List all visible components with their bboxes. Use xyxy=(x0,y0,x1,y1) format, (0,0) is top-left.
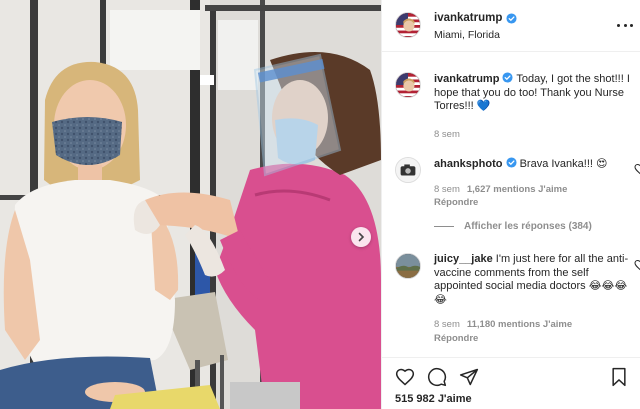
post-location[interactable]: Miami, Florida xyxy=(434,29,500,41)
post-actions-bar: 515 982 J'aime xyxy=(382,357,640,409)
post-side-panel: ivankatrump Miami, Florida ivankatrump T… xyxy=(381,0,640,409)
caption-time[interactable]: 8 sem xyxy=(434,128,460,142)
caption-avatar[interactable] xyxy=(395,72,421,98)
save-button[interactable] xyxy=(609,367,629,387)
commenter-username[interactable]: juicy__jake xyxy=(434,253,493,265)
camera-avatar-icon xyxy=(396,158,420,182)
reply-button[interactable]: Répondre xyxy=(434,196,634,210)
action-icons xyxy=(395,367,479,387)
author-username-row[interactable]: ivankatrump xyxy=(434,12,517,24)
comment-text: Brava Ivanka!!! 😍 xyxy=(519,158,608,170)
commenter-avatar[interactable] xyxy=(395,157,421,183)
chevron-right-icon xyxy=(358,232,365,242)
reply-button[interactable]: Répondre xyxy=(434,332,634,346)
bookmark-icon xyxy=(612,367,626,387)
comment-time[interactable]: 8 sem xyxy=(434,318,460,332)
verified-badge-icon xyxy=(502,72,514,83)
comment-likes[interactable]: 1,627 mentions J'aime xyxy=(467,183,567,197)
like-button[interactable] xyxy=(395,367,415,387)
landscape-avatar-icon xyxy=(396,254,420,278)
caption-body: ivankatrump Today, I got the shot!!! I h… xyxy=(434,72,634,141)
heart-icon xyxy=(634,163,640,175)
verified-badge-icon xyxy=(505,157,517,168)
likes-count[interactable]: 515 982 J'aime xyxy=(395,393,472,405)
share-icon xyxy=(459,368,479,386)
replies-divider xyxy=(434,226,454,227)
comment-icon xyxy=(427,367,447,387)
comment-body: ahanksphoto Brava Ivanka!!! 😍 8 sem 1,62… xyxy=(434,157,634,210)
author-username[interactable]: ivankatrump xyxy=(434,12,502,24)
comment-likes[interactable]: 11,180 mentions J'aime xyxy=(467,318,572,332)
author-avatar[interactable] xyxy=(395,12,421,38)
comment-body: juicy__jake I'm just here for all the an… xyxy=(434,253,634,345)
instagram-post: ivankatrump Miami, Florida ivankatrump T… xyxy=(0,0,640,409)
post-header: ivankatrump Miami, Florida xyxy=(382,0,640,52)
caption-username[interactable]: ivankatrump xyxy=(434,73,499,85)
comment-time[interactable]: 8 sem xyxy=(434,183,460,197)
view-replies-label[interactable]: Afficher les réponses (384) xyxy=(464,221,592,232)
more-options-icon[interactable] xyxy=(617,18,633,32)
like-comment-button[interactable] xyxy=(634,259,640,271)
comment-button[interactable] xyxy=(427,367,447,387)
post-photo xyxy=(0,0,381,409)
commenter-username[interactable]: ahanksphoto xyxy=(434,158,502,170)
verified-badge-icon xyxy=(506,12,517,24)
vaccination-photo xyxy=(0,0,381,409)
flag-avatar-icon xyxy=(396,13,420,37)
share-button[interactable] xyxy=(459,367,479,387)
commenter-avatar[interactable] xyxy=(395,253,421,279)
view-replies-button[interactable]: Afficher les réponses (384) xyxy=(434,221,592,232)
like-comment-button[interactable] xyxy=(634,163,640,175)
heart-icon xyxy=(634,259,640,271)
heart-icon xyxy=(395,368,415,386)
next-photo-button[interactable] xyxy=(351,227,371,247)
flag-avatar-icon xyxy=(396,73,420,97)
